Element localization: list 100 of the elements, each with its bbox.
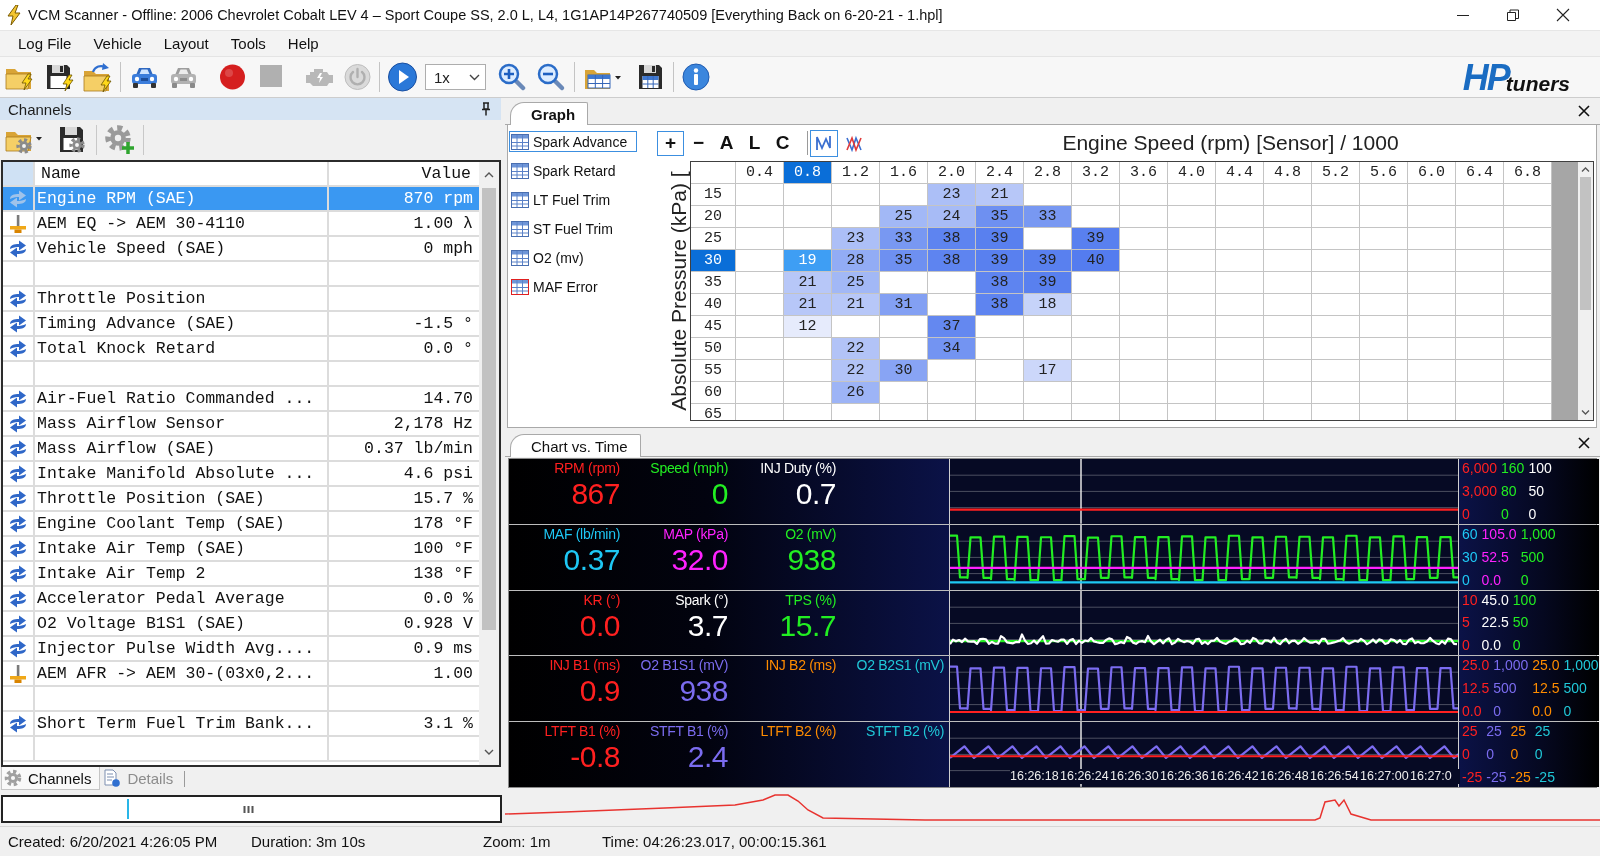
table-cell[interactable] [928,294,976,316]
table-cell[interactable] [1264,404,1312,420]
table-cell[interactable] [1072,294,1120,316]
table-cell[interactable] [1408,360,1456,382]
table-cell[interactable] [1264,272,1312,294]
table-cell[interactable] [1168,272,1216,294]
table-cell[interactable]: 30 [880,360,928,382]
channel-row[interactable]: Short Term Fuel Trim Bank... 3.1 % [3,712,479,737]
channel-row[interactable]: Injector Pulse Width Avg.... 0.9 ms [3,637,479,662]
table-cell[interactable] [1168,404,1216,420]
table-cell[interactable] [736,228,784,250]
table-cell[interactable] [1216,338,1264,360]
table-cell[interactable] [1072,316,1120,338]
column-header[interactable]: 6.0 [1408,162,1456,184]
table-cell[interactable] [1360,272,1408,294]
close-icon[interactable] [1578,105,1590,117]
row-header[interactable]: 45 [691,316,736,338]
table-cell[interactable]: 21 [784,294,832,316]
table-cell[interactable] [1456,338,1504,360]
table-cell[interactable] [1024,228,1072,250]
table-cell[interactable] [1456,294,1504,316]
table-cell[interactable] [976,404,1024,420]
table-cell[interactable] [1456,382,1504,404]
table-cell[interactable] [880,316,928,338]
table-cell[interactable] [1312,294,1360,316]
table-cell[interactable] [1024,316,1072,338]
table-cell[interactable] [1360,316,1408,338]
table-cell[interactable] [976,338,1024,360]
column-header[interactable]: 4.8 [1264,162,1312,184]
table-cell[interactable]: 34 [928,338,976,360]
table-cell[interactable]: 38 [928,228,976,250]
channel-row[interactable]: Mass Airflow Sensor 2,178 Hz [3,412,479,437]
menu-item[interactable]: Log File [10,32,80,55]
column-header[interactable]: 4.0 [1168,162,1216,184]
table-cell[interactable] [736,272,784,294]
table-cell[interactable] [1216,250,1264,272]
table-cell[interactable]: 38 [976,294,1024,316]
row-header[interactable]: 20 [691,206,736,228]
table-cell[interactable]: 26 [832,382,880,404]
table-cell[interactable] [976,382,1024,404]
table-cell[interactable]: 22 [832,360,880,382]
table-list-item[interactable]: Spark Advance [509,131,637,152]
table-cell[interactable]: 35 [976,206,1024,228]
table-cell[interactable] [1264,184,1312,206]
table-cell[interactable] [1312,360,1360,382]
table-cell[interactable] [736,206,784,228]
table-cell[interactable]: 18 [1024,294,1072,316]
channel-row[interactable]: Air-Fuel Ratio Commanded ... 14.70 [3,387,479,412]
table-cell[interactable] [784,360,832,382]
table-cell[interactable] [1408,272,1456,294]
grip-icon[interactable] [243,805,254,813]
table-cell[interactable] [1456,184,1504,206]
table-cell[interactable] [1408,294,1456,316]
table-cell[interactable] [1504,382,1552,404]
row-header[interactable]: 25 [691,228,736,250]
table-cell[interactable] [784,404,832,420]
table-cell[interactable] [1408,206,1456,228]
table-cell[interactable] [1504,272,1552,294]
table-cell[interactable] [1312,404,1360,420]
timeline-scrollbar[interactable] [1,795,502,823]
table-cell[interactable] [1504,404,1552,420]
channel-row[interactable]: AEM AFR -> AEM 30-(03x0,2... 1.00 [3,662,479,687]
column-header[interactable]: 3.6 [1120,162,1168,184]
floppy-disk-icon[interactable] [44,62,74,92]
table-cell[interactable] [1168,338,1216,360]
table-cell[interactable] [1504,184,1552,206]
table-cell[interactable] [1120,360,1168,382]
table-cell[interactable] [1456,272,1504,294]
column-header[interactable]: 0.8 [784,162,832,184]
table-cell[interactable] [1216,360,1264,382]
channel-row[interactable]: Engine Coolant Temp (SAE) 178 °F [3,512,479,537]
table-cell[interactable] [736,404,784,420]
table-cell[interactable] [1024,382,1072,404]
scrollbar[interactable] [1578,162,1593,420]
table-cell[interactable]: 23 [928,184,976,206]
scrollbar-thumb[interactable] [1580,177,1591,310]
column-header[interactable]: 6.8 [1504,162,1552,184]
table-cell[interactable] [1216,206,1264,228]
table-cell[interactable]: 21 [976,184,1024,206]
table-cell[interactable] [928,382,976,404]
row-header[interactable]: 40 [691,294,736,316]
column-header[interactable]: 1.6 [880,162,928,184]
table-cell[interactable] [1312,338,1360,360]
info-icon[interactable] [682,62,710,92]
table-list-item[interactable]: O2 (mv) [509,247,637,268]
table-cell[interactable]: 38 [928,250,976,272]
table-cell[interactable] [832,316,880,338]
table-cell[interactable]: 25 [832,272,880,294]
table-cell[interactable] [1312,316,1360,338]
channel-row[interactable]: Throttle Position [3,287,479,312]
column-header[interactable]: 4.4 [1216,162,1264,184]
table-cell[interactable] [1456,228,1504,250]
chevron-up-icon[interactable] [484,172,494,178]
table-cell[interactable] [1312,272,1360,294]
table-cell[interactable] [1504,228,1552,250]
table-cell[interactable] [1216,404,1264,420]
table-cell[interactable] [1456,206,1504,228]
table-cell[interactable] [880,184,928,206]
table-cell[interactable] [736,360,784,382]
table-cell[interactable] [1120,382,1168,404]
